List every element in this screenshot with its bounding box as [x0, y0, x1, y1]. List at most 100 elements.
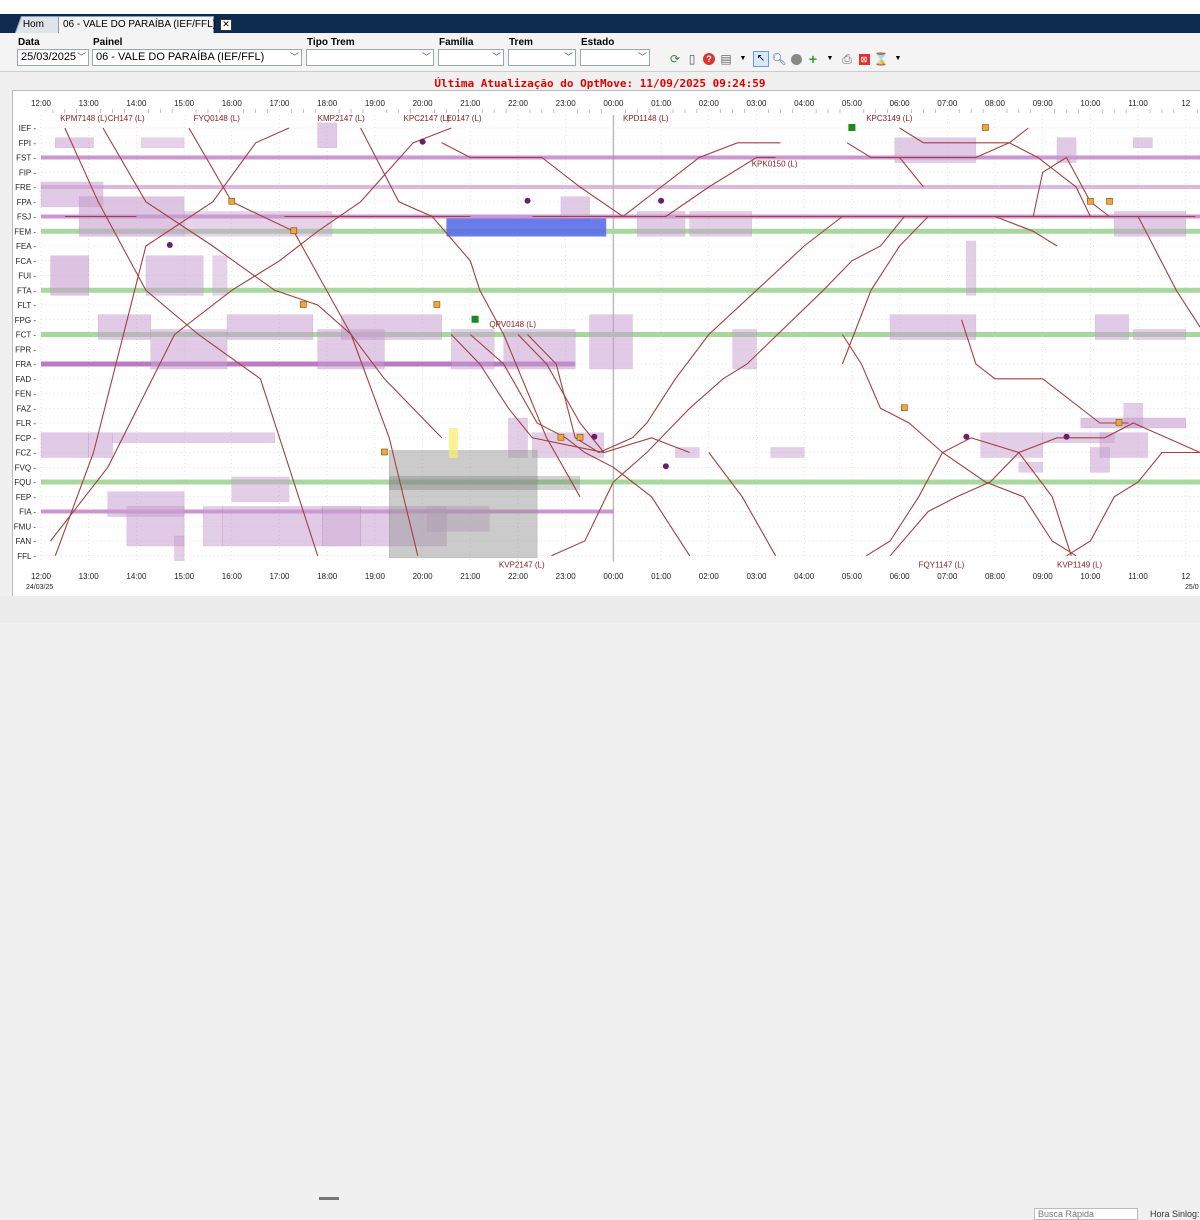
train-stop-marker: [901, 405, 907, 411]
station-label-fcp: FCP -: [15, 434, 36, 443]
time-tick-top: 02:00: [699, 99, 720, 108]
close-panel-icon[interactable]: ⊠: [857, 52, 871, 66]
maintenance-window: [449, 428, 458, 458]
date-field[interactable]: 25/03/2025﹀: [17, 49, 89, 66]
occupation-block: [141, 138, 184, 148]
occupation-block: [151, 330, 227, 370]
occupation-block: [771, 448, 804, 458]
selected-interval: [446, 219, 606, 237]
time-tick-top: 16:00: [222, 99, 243, 108]
time-tick-top: 17:00: [269, 99, 290, 108]
occupation-block: [342, 315, 442, 340]
train-stop-marker: [291, 228, 297, 234]
splitter-handle[interactable]: [319, 1197, 339, 1200]
station-label-fen: FEN -: [15, 390, 36, 399]
occupation-block: [1019, 462, 1043, 472]
occupation-block: [232, 477, 289, 502]
time-tick-bottom: 17:00: [269, 572, 290, 581]
station-label-faz: FAZ -: [16, 404, 36, 413]
report-icon[interactable]: ▤: [719, 52, 733, 66]
time-tick-bottom: 12: [1181, 572, 1190, 581]
painel-value: 06 - VALE DO PARAÍBA (IEF/FFL): [96, 51, 264, 63]
new-document-icon[interactable]: ▯: [685, 52, 699, 66]
busca-rapida-input[interactable]: Busca Rápida: [1034, 1208, 1138, 1220]
time-tick-bottom: 12:00: [31, 572, 52, 581]
time-tick-top: 15:00: [174, 99, 195, 108]
time-tick-top: 01:00: [651, 99, 672, 108]
chevron-down-icon[interactable]: ▼: [823, 52, 837, 66]
time-tick-bottom: 10:00: [1080, 572, 1101, 581]
occupation-block: [561, 197, 590, 222]
record-icon[interactable]: [789, 52, 803, 66]
train-stop-marker: [1116, 420, 1122, 426]
select-pointer-icon[interactable]: ↖: [753, 51, 769, 67]
station-label-flr: FLR -: [16, 419, 36, 428]
chevron-down-icon[interactable]: ▼: [736, 52, 750, 66]
occupation-block: [227, 315, 313, 340]
occupation-block: [98, 315, 150, 340]
close-icon[interactable]: ✕: [220, 19, 232, 31]
station-label-flt: FLT -: [18, 301, 37, 310]
occupation-block: [966, 241, 976, 295]
time-tick-top: 23:00: [556, 99, 577, 108]
occupation-block: [184, 212, 332, 237]
trem-label: Trem: [509, 37, 533, 48]
occupation-block: [146, 256, 203, 296]
print-icon[interactable]: ⎙: [840, 52, 854, 66]
occupation-block: [1133, 330, 1185, 340]
time-tick-bottom: 08:00: [985, 572, 1006, 581]
train-label: KPC2147 (L): [404, 114, 451, 123]
time-tick-bottom: 06:00: [890, 572, 911, 581]
time-tick-top: 13:00: [79, 99, 100, 108]
train-event-marker: [167, 242, 173, 248]
station-label-fep: FEP -: [16, 493, 37, 502]
tipo-trem-select[interactable]: ﹀: [306, 49, 434, 66]
occupation-block: [1090, 448, 1109, 473]
station-label-fpr: FPR -: [15, 345, 36, 354]
time-tick-bottom: 22:00: [508, 572, 529, 581]
station-label-fta: FTA -: [17, 286, 36, 295]
occupancy-band: [41, 362, 575, 367]
painel-label: Painel: [93, 37, 122, 48]
estado-select[interactable]: ﹀: [580, 49, 650, 66]
time-tick-top: 12: [1181, 99, 1190, 108]
add-icon[interactable]: +: [806, 52, 820, 66]
train-graph-panel[interactable]: KPM7148 (L)CH147 (L)FYQ0148 (L)KMP2147 (…: [12, 90, 1200, 597]
time-tick-top: 04:00: [794, 99, 815, 108]
train-label: E0147 (L): [446, 114, 481, 123]
occupation-block: [690, 212, 752, 237]
station-label-fad: FAD -: [16, 375, 37, 384]
chevron-down-icon: ﹀: [638, 50, 647, 65]
station-label-fre: FRE -: [15, 183, 36, 192]
station-label-fia: FIA -: [19, 508, 36, 517]
tipo-trem-label: Tipo Trem: [307, 37, 355, 48]
train-label: KVP1149 (L): [1057, 561, 1103, 570]
refresh-icon[interactable]: ⟳: [668, 52, 682, 66]
train-stop-marker: [982, 125, 988, 131]
time-tick-top: 09:00: [1033, 99, 1054, 108]
station-label-fea: FEA -: [16, 242, 36, 251]
chevron-down-icon: ﹀: [77, 50, 86, 65]
familia-select[interactable]: ﹀: [438, 49, 504, 66]
train-event-marker: [963, 434, 969, 440]
date-end-label: 25/0: [1185, 584, 1199, 591]
trem-select[interactable]: ﹀: [508, 49, 576, 66]
chevron-down-icon[interactable]: ▼: [891, 52, 905, 66]
zoom-icon[interactable]: 🔍︎: [772, 52, 786, 66]
toolbar: ⟳ ▯ ? ▤ ▼ ↖ 🔍︎ + ▼ ⎙ ⊠ ⌛ ▼: [668, 51, 905, 67]
last-update-status: Última Atualização do OptMove: 11/09/202…: [0, 77, 1200, 90]
help-icon[interactable]: ?: [702, 52, 716, 66]
time-tick-bottom: 20:00: [413, 572, 434, 581]
train-graph[interactable]: KPM7148 (L)CH147 (L)FYQ0148 (L)KMP2147 (…: [13, 91, 1200, 596]
station-label-fpa: FPA -: [17, 198, 37, 207]
estado-label: Estado: [581, 37, 614, 48]
time-tick-bottom: 14:00: [126, 572, 147, 581]
time-tick-top: 07:00: [937, 99, 958, 108]
tab-vale-do-paraiba[interactable]: 06 - VALE DO PARAÍBA (IEF/FFL)✕: [58, 16, 214, 33]
hourglass-icon[interactable]: ⌛: [874, 52, 888, 66]
painel-select[interactable]: 06 - VALE DO PARAÍBA (IEF/FFL)﹀: [92, 49, 302, 66]
time-tick-top: 20:00: [413, 99, 434, 108]
status-bar: Busca Rápida Hora Sinlog:: [0, 596, 1200, 623]
time-tick-bottom: 05:00: [842, 572, 863, 581]
track-band: [41, 480, 1200, 485]
